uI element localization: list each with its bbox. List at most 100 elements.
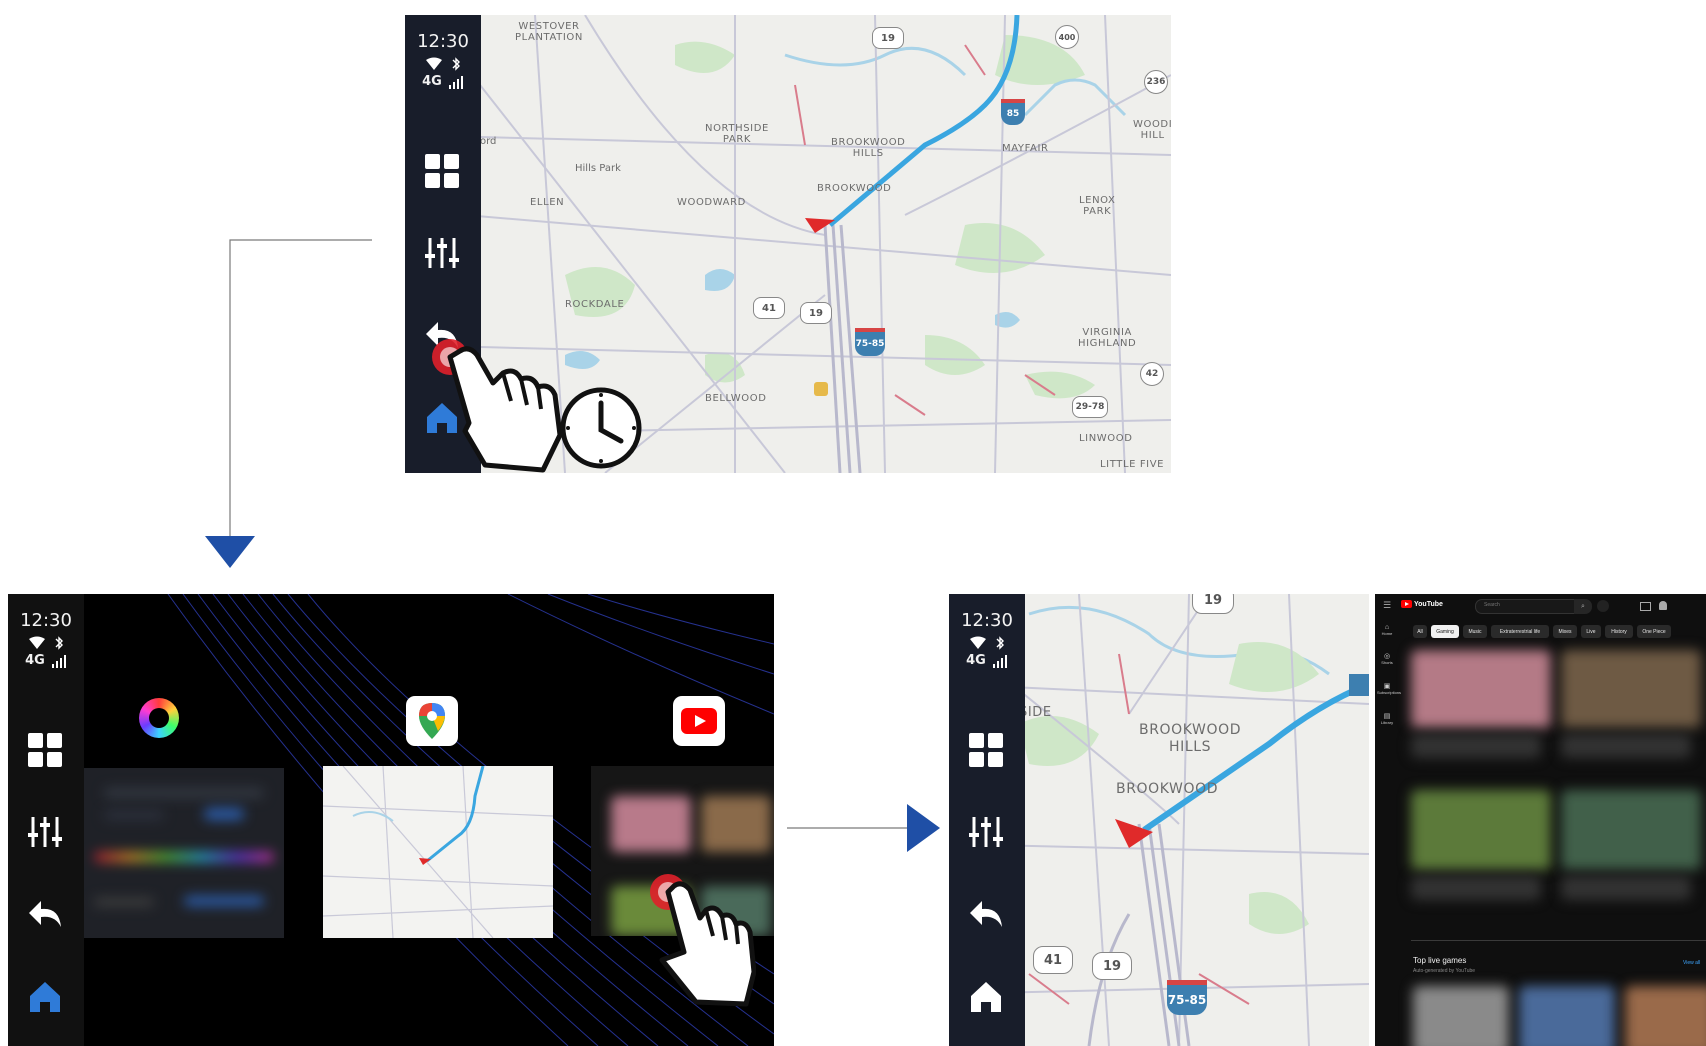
route-shield: 19 [800, 302, 832, 324]
clock: 12:30 [961, 610, 1013, 631]
poi-icon [814, 382, 828, 396]
signal-icon [448, 76, 463, 89]
view-all-link[interactable]: View all [1683, 960, 1700, 966]
maps-card[interactable] [323, 766, 553, 938]
apps-grid-button[interactable] [956, 722, 1016, 778]
video-meta [1411, 876, 1541, 900]
apps-grid-button[interactable] [15, 722, 75, 778]
nav-subscriptions[interactable]: ▣ Subscriptions [1377, 682, 1401, 695]
network-label: 4G [25, 653, 45, 668]
equalizer-icon [425, 238, 459, 268]
search-placeholder: Search [1484, 602, 1500, 608]
grid-icon [969, 733, 1003, 767]
yt-logo: YouTube [1401, 600, 1443, 608]
back-button[interactable] [956, 886, 1016, 942]
route-shield: 19 [872, 27, 904, 49]
settings-button[interactable] [412, 225, 472, 281]
clock: 12:30 [417, 31, 469, 52]
map-label: ELLEN [530, 197, 565, 208]
status-row [969, 635, 1005, 651]
equalizer-icon [969, 817, 1003, 847]
status-row [425, 56, 461, 72]
search-button[interactable]: ⌕ [1574, 599, 1592, 614]
map-label: LITTLE FIVE [1100, 459, 1165, 470]
route-shield: 41 [1033, 946, 1073, 974]
route-shield: 42 [1140, 362, 1164, 386]
back-button[interactable] [15, 886, 75, 942]
nav-shorts[interactable]: ◎ Shorts [1377, 652, 1397, 665]
map-label: ROCKDALE [565, 299, 625, 310]
video-meta [1561, 734, 1691, 758]
chip[interactable]: History [1605, 625, 1633, 638]
chip-active[interactable]: Gaming [1431, 625, 1459, 638]
google-maps-icon [419, 703, 445, 739]
sidebar: 12:30 4G [949, 594, 1025, 1046]
chip[interactable]: One Piece [1637, 625, 1671, 638]
signal-icon [992, 655, 1007, 668]
chip[interactable]: All [1413, 625, 1427, 638]
video-meta [1561, 876, 1691, 900]
apps-grid-button[interactable] [412, 143, 472, 199]
map-label: NORTHSIDE PARK [705, 123, 769, 145]
network-row: 4G [25, 653, 67, 668]
video-thumbnail[interactable] [1411, 790, 1551, 870]
settings-button[interactable] [15, 804, 75, 860]
hand-pointer-icon [659, 881, 756, 1007]
google-maps-app-button[interactable] [406, 696, 458, 746]
game-thumbnail[interactable] [1625, 986, 1706, 1046]
nav-library[interactable]: ▤ Library [1377, 712, 1397, 725]
back-icon [29, 901, 61, 927]
home-button[interactable] [956, 969, 1016, 1025]
map-label: BROOKWOOD HILLS [1139, 722, 1242, 755]
home-icon [30, 982, 60, 1012]
chip[interactable]: Music [1463, 625, 1487, 638]
route-shield: 236 [1144, 70, 1168, 94]
game-thumbnail[interactable] [1519, 986, 1615, 1046]
video-thumbnail[interactable] [1411, 650, 1551, 728]
tap-gesture [650, 874, 756, 1007]
search-input[interactable]: Search [1475, 599, 1575, 614]
long-press-gesture [432, 339, 642, 473]
map-label: BELLWOOD [705, 393, 767, 404]
map-label: BROOKWOOD [817, 183, 892, 194]
hand-pointer-icon [447, 346, 563, 473]
maps-card-preview [323, 766, 553, 938]
clock: 12:30 [20, 610, 72, 631]
map-label: VIRGINIA HIGHLAND [1078, 327, 1137, 349]
youtube-app-button[interactable] [673, 696, 725, 746]
chip[interactable]: Mixes [1553, 625, 1577, 638]
color-settings-card[interactable] [84, 768, 284, 938]
game-thumbnail[interactable] [1413, 986, 1509, 1046]
map-label: BROOKWOOD HILLS [831, 137, 906, 159]
nav-home[interactable]: ⌂ Home [1377, 624, 1397, 636]
chip[interactable]: Live [1581, 625, 1601, 638]
route-shield: 19 [1192, 594, 1234, 614]
arrow-right-icon [907, 804, 940, 852]
map-label: WOODI HILL [1133, 119, 1171, 141]
signal-icon [51, 655, 66, 668]
home-icon [971, 982, 1001, 1012]
wifi-icon [426, 57, 442, 70]
chip[interactable]: Extraterrestrial life [1491, 625, 1549, 638]
wifi-icon [970, 636, 986, 649]
yt-header: ☰ YouTube Search ⌕ [1375, 594, 1706, 618]
route-shield: 400 [1055, 25, 1079, 49]
video-thumbnail[interactable] [1561, 650, 1701, 728]
menu-icon[interactable]: ☰ [1383, 600, 1391, 611]
video-meta [1411, 734, 1541, 758]
color-settings-app-button[interactable] [139, 698, 179, 738]
bluetooth-icon [55, 636, 63, 650]
network-label: 4G [422, 74, 442, 89]
home-button[interactable] [15, 969, 75, 1025]
create-icon[interactable] [1640, 602, 1651, 611]
notifications-icon[interactable] [1659, 601, 1667, 610]
settings-button[interactable] [956, 804, 1016, 860]
bluetooth-icon [452, 57, 460, 71]
status-row [28, 635, 64, 651]
route-shield: 75-85 [1167, 980, 1207, 1015]
map-label: Hills Park [575, 163, 621, 174]
map-label: MAYFAIR [1002, 143, 1049, 154]
video-thumbnail[interactable] [1561, 790, 1701, 870]
mic-icon[interactable] [1597, 600, 1609, 612]
grid-icon [425, 154, 459, 188]
